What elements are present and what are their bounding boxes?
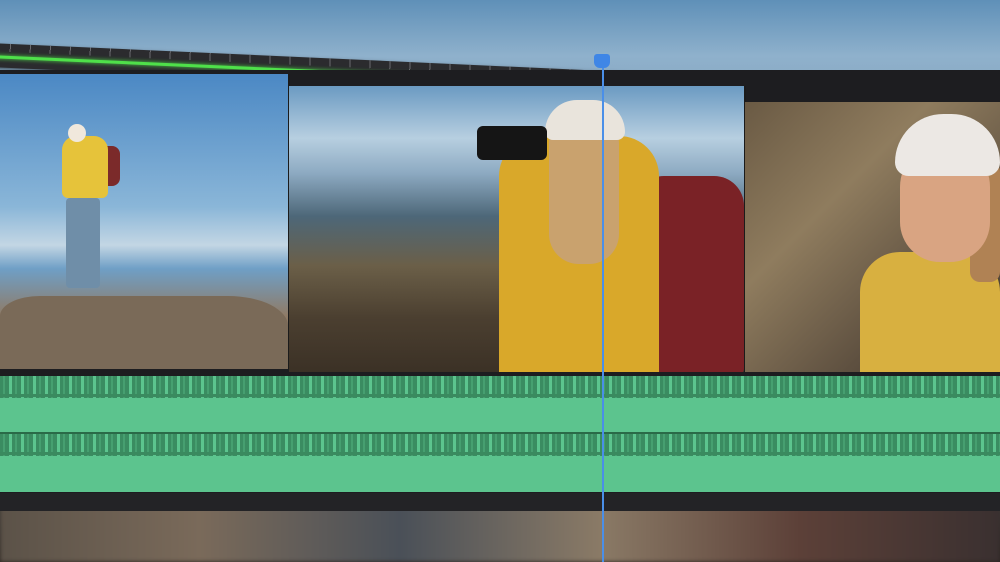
timeline-bottom-edge: [0, 493, 1000, 511]
photographer-hat: [545, 100, 625, 140]
waveform-baseline: [0, 452, 1000, 455]
video-clip-smiling-hiker[interactable]: [745, 102, 1000, 377]
video-clip-hiker[interactable]: [0, 74, 290, 369]
video-clip-photographer[interactable]: [289, 86, 746, 376]
audio-clip-lane-2[interactable]: [0, 434, 1000, 492]
hiker-legs: [66, 198, 100, 288]
playhead-handle[interactable]: [594, 54, 610, 68]
playhead-line[interactable]: [602, 64, 604, 562]
camera: [477, 126, 547, 160]
rock-scenery: [0, 296, 288, 369]
audio-clip-lane-1[interactable]: [0, 376, 1000, 434]
timeline-panel: [0, 0, 1000, 562]
hiker-hat: [895, 114, 1000, 176]
hiker-head: [68, 124, 86, 142]
hiker-jacket: [62, 136, 108, 198]
waveform-baseline: [0, 394, 1000, 397]
